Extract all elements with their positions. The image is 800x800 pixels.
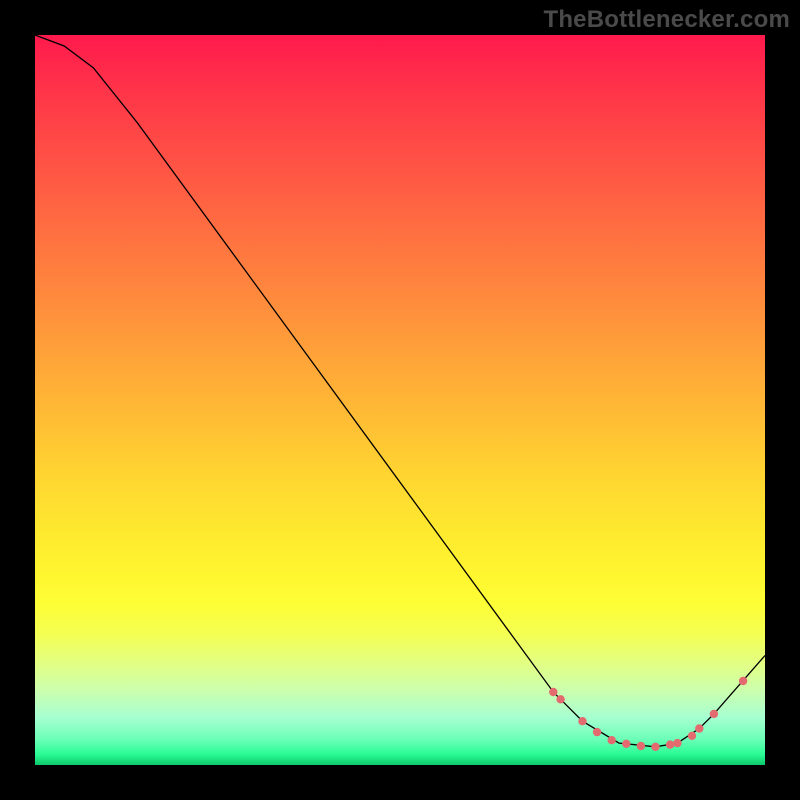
marker-dots <box>549 677 747 751</box>
marker-dot <box>651 743 659 751</box>
marker-dot <box>710 710 718 718</box>
plot-area <box>35 35 765 765</box>
marker-dot <box>578 717 586 725</box>
watermark-text: TheBottlenecker.com <box>543 6 790 34</box>
marker-dot <box>608 736 616 744</box>
marker-dot <box>688 732 696 740</box>
marker-dot <box>593 728 601 736</box>
marker-dot <box>556 695 564 703</box>
main-curve <box>35 35 765 747</box>
marker-dot <box>637 742 645 750</box>
chart-frame: TheBottlenecker.com <box>0 0 800 800</box>
curve-layer <box>35 35 765 765</box>
marker-dot <box>666 740 674 748</box>
marker-dot <box>695 724 703 732</box>
marker-dot <box>622 740 630 748</box>
marker-dot <box>739 677 747 685</box>
marker-dot <box>549 688 557 696</box>
marker-dot <box>673 739 681 747</box>
